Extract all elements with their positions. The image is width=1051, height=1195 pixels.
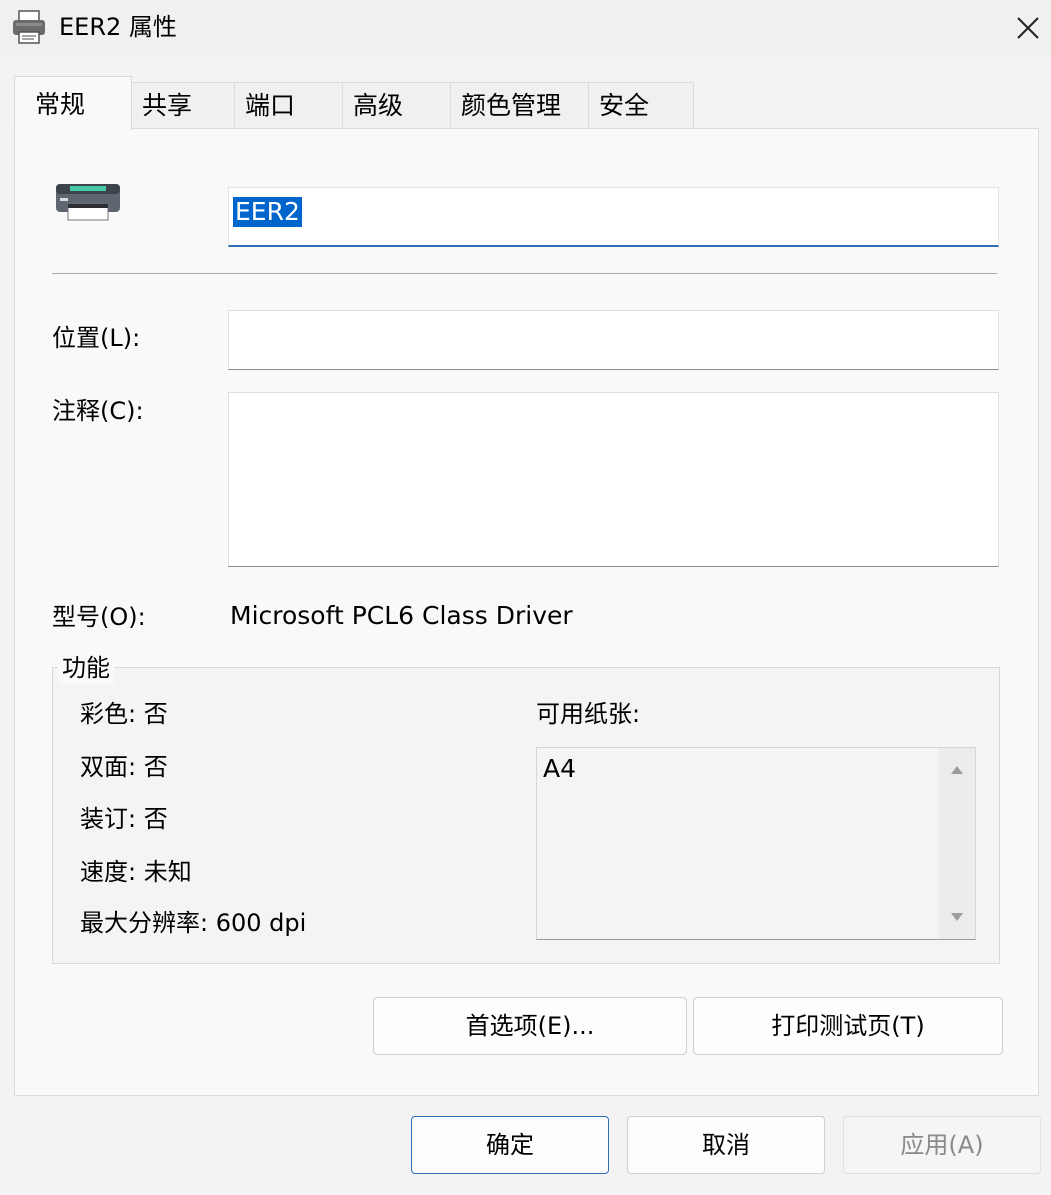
location-input[interactable]	[228, 310, 999, 370]
feature-max-resolution: 最大分辨率: 600 dpi	[80, 909, 307, 937]
apply-button-label: 应用(A)	[900, 1131, 984, 1159]
printer-name-selected-text: EER2	[233, 197, 302, 227]
tab-label: 高级	[353, 91, 404, 120]
printer-icon	[13, 10, 45, 44]
tab-general[interactable]: 常规	[14, 76, 132, 130]
close-icon	[1017, 17, 1039, 39]
tab-color-management[interactable]: 颜色管理	[450, 82, 589, 128]
cancel-button[interactable]: 取消	[627, 1116, 825, 1174]
title-bar: EER2 属性	[0, 0, 1051, 56]
cancel-button-label: 取消	[702, 1131, 750, 1159]
tab-label: 颜色管理	[461, 91, 562, 120]
paper-label: 可用纸张:	[536, 700, 641, 728]
preferences-button-label: 首选项(E)...	[465, 1012, 595, 1040]
apply-button[interactable]: 应用(A)	[843, 1116, 1041, 1174]
comment-label: 注释(C):	[52, 397, 144, 425]
window-title: EER2 属性	[59, 13, 177, 41]
tab-sharing[interactable]: 共享	[131, 82, 235, 128]
list-item[interactable]: A4	[543, 754, 576, 784]
tab-label: 端口	[245, 91, 296, 120]
feature-staple: 装订: 否	[80, 805, 168, 833]
feature-speed: 速度: 未知	[80, 858, 192, 886]
features-group-title: 功能	[58, 652, 114, 684]
divider	[52, 273, 997, 274]
location-label: 位置(L):	[52, 324, 141, 352]
tab-advanced[interactable]: 高级	[342, 82, 451, 128]
preferences-button[interactable]: 首选项(E)...	[373, 997, 687, 1055]
comment-textarea[interactable]	[228, 392, 999, 567]
printer-icon	[56, 184, 120, 221]
print-test-page-button-label: 打印测试页(T)	[771, 1012, 925, 1040]
feature-duplex: 双面: 否	[80, 753, 168, 781]
ok-button-label: 确定	[486, 1131, 534, 1159]
tab-label: 共享	[142, 91, 193, 120]
scroll-up-arrow-icon[interactable]	[951, 766, 963, 774]
close-button[interactable]	[1005, 0, 1051, 56]
tab-ports[interactable]: 端口	[234, 82, 343, 128]
tab-label: 安全	[599, 91, 650, 120]
model-label: 型号(O):	[52, 603, 146, 631]
tab-label: 常规	[35, 90, 86, 119]
feature-color: 彩色: 否	[80, 700, 168, 728]
printer-name-input[interactable]: EER2	[228, 187, 999, 247]
print-test-page-button[interactable]: 打印测试页(T)	[693, 997, 1003, 1055]
tab-security[interactable]: 安全	[588, 82, 694, 128]
paper-list[interactable]: A4	[536, 747, 976, 940]
ok-button[interactable]: 确定	[411, 1116, 609, 1174]
scrollbar[interactable]	[939, 748, 975, 939]
model-value: Microsoft PCL6 Class Driver	[230, 601, 573, 630]
scroll-down-arrow-icon[interactable]	[951, 913, 963, 921]
